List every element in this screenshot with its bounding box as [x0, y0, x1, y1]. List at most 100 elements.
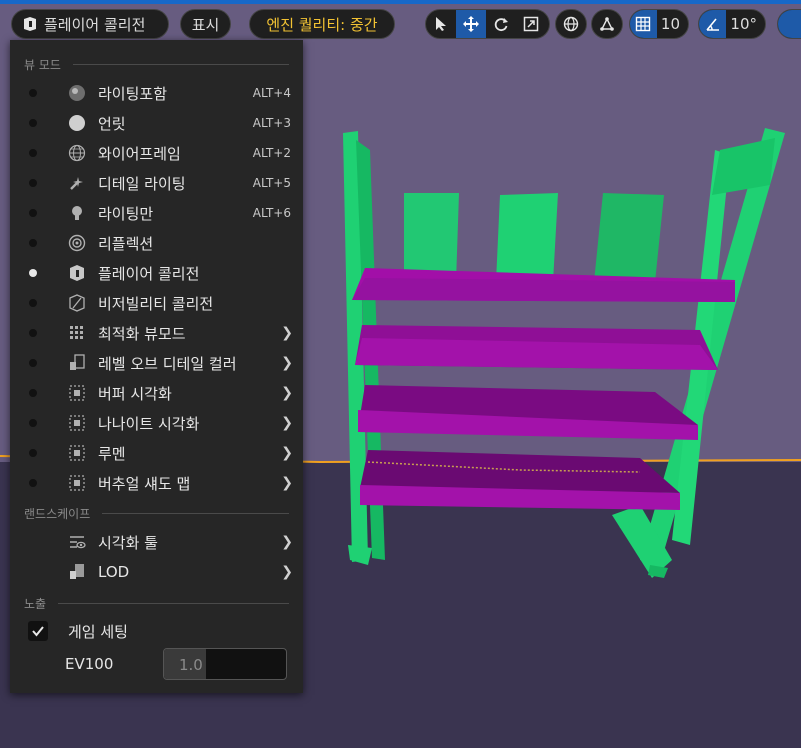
- section-view-mode: 뷰 모드: [24, 56, 289, 73]
- menu-item-player-collision[interactable]: 플레이어 콜리전: [10, 258, 303, 288]
- scale-tool-icon[interactable]: [516, 10, 546, 38]
- menu-item-label: 플레이어 콜리전: [98, 264, 200, 283]
- radio-dot: [29, 119, 37, 127]
- chevron-right-icon: ❯: [281, 534, 293, 550]
- rotate-tool-icon[interactable]: [486, 10, 516, 38]
- section-exposure: 노출: [24, 595, 289, 612]
- menu-item-label: 나나이트 시각화: [98, 414, 200, 433]
- reflection-icon: [68, 234, 86, 252]
- detail-lighting-icon: [68, 174, 86, 192]
- nanite-visualization-icon: [68, 414, 86, 432]
- menu-item-buffer-visualization[interactable]: 버퍼 시각화 ❯: [10, 378, 303, 408]
- radio-dot: [29, 149, 37, 157]
- rotation-snap-icon[interactable]: [699, 10, 727, 38]
- shortcut-label: ALT+2: [252, 146, 291, 160]
- radio-dot: [29, 389, 37, 397]
- chevron-right-icon: ❯: [281, 475, 293, 491]
- show-button[interactable]: 표시: [180, 9, 231, 39]
- ev100-value: 1.0: [179, 656, 203, 674]
- radio-dot: [29, 239, 37, 247]
- lod-coloration-icon: [68, 354, 86, 372]
- game-settings-row[interactable]: 게임 세팅: [10, 616, 303, 646]
- menu-item-lighting-only[interactable]: 라이팅만 ALT+6: [10, 198, 303, 228]
- menu-item-label: LOD: [98, 563, 130, 581]
- menu-item-unlit[interactable]: 언릿 ALT+3: [10, 108, 303, 138]
- section-view-mode-label: 뷰 모드: [24, 58, 61, 72]
- menu-item-label: 라이팅포함: [98, 84, 168, 103]
- menu-item-visibility-collision[interactable]: 비저빌리티 콜리전: [10, 288, 303, 318]
- surface-snap-toggle[interactable]: [591, 9, 623, 39]
- radio-dot: [29, 179, 37, 187]
- ev100-input[interactable]: 1.0: [163, 648, 287, 680]
- shortcut-label: ALT+6: [252, 206, 291, 220]
- engine-quality-label: 엔진 퀄리티: 중간: [266, 15, 378, 34]
- select-tool-icon[interactable]: [426, 10, 456, 38]
- menu-item-reflections[interactable]: 리플렉션: [10, 228, 303, 258]
- menu-item-optimization-viewmodes[interactable]: 최적화 뷰모드 ❯: [10, 318, 303, 348]
- scale-snap-icon[interactable]: [778, 10, 801, 38]
- lumen-icon: [68, 444, 86, 462]
- radio-dot: [29, 299, 37, 307]
- checkmark-icon: [31, 624, 45, 638]
- scale-snap-group[interactable]: [777, 9, 801, 39]
- menu-item-visualizer-tool[interactable]: 시각화 툴 ❯: [10, 527, 303, 557]
- translate-tool-icon[interactable]: [456, 10, 486, 38]
- visualizer-tool-icon: [68, 533, 86, 551]
- rotation-snap-group[interactable]: 10°: [698, 9, 766, 39]
- grid-snap-group[interactable]: 10: [629, 9, 689, 39]
- chevron-right-icon: ❯: [281, 445, 293, 461]
- chevron-right-icon: ❯: [281, 385, 293, 401]
- transform-tools-group: [425, 9, 550, 39]
- menu-item-lit[interactable]: 라이팅포함 ALT+4: [10, 78, 303, 108]
- radio-dot: [29, 209, 37, 217]
- globe-icon: [556, 10, 586, 38]
- world-local-toggle[interactable]: [555, 9, 587, 39]
- menu-item-detail-lighting[interactable]: 디테일 라이팅 ALT+5: [10, 168, 303, 198]
- radio-dot: [29, 419, 37, 427]
- menu-item-label: 언릿: [98, 114, 126, 133]
- menu-item-wireframe[interactable]: 와이어프레임 ALT+2: [10, 138, 303, 168]
- menu-item-nanite-visualization[interactable]: 나나이트 시각화 ❯: [10, 408, 303, 438]
- grid-snap-value[interactable]: 10: [657, 15, 688, 33]
- chevron-right-icon: ❯: [281, 325, 293, 341]
- menu-item-virtual-shadow-map[interactable]: 버추얼 섀도 맵 ❯: [10, 468, 303, 498]
- menu-item-label: 리플렉션: [98, 234, 154, 253]
- player-collision-icon: [68, 264, 86, 282]
- rotation-snap-value[interactable]: 10°: [726, 15, 765, 33]
- optimization-grid-icon: [68, 324, 86, 342]
- buffer-visualization-icon: [68, 384, 86, 402]
- menu-item-label: 최적화 뷰모드: [98, 324, 186, 343]
- view-mode-dropdown: 뷰 모드 라이팅포함 ALT+4 언릿 ALT+3 와이어프레임 ALT+2 디…: [10, 40, 303, 693]
- view-mode-label: 플레이어 콜리전: [44, 15, 146, 34]
- menu-item-label: 와이어프레임: [98, 144, 181, 163]
- wireframe-globe-icon: [68, 144, 86, 162]
- menu-item-label: 디테일 라이팅: [98, 174, 186, 193]
- game-settings-checkbox[interactable]: [28, 621, 48, 641]
- radio-dot-selected: [29, 269, 37, 277]
- menu-item-label: 루멘: [98, 444, 126, 463]
- view-mode-button[interactable]: 플레이어 콜리전: [11, 9, 169, 39]
- shortcut-label: ALT+5: [252, 176, 291, 190]
- menu-item-label: 라이팅만: [98, 204, 154, 223]
- surface-snap-icon: [592, 10, 622, 38]
- game-settings-label: 게임 세팅: [68, 622, 128, 641]
- ev100-row: EV100 1.0: [10, 648, 303, 680]
- menu-item-lod-coloration[interactable]: 레벨 오브 디테일 컬러 ❯: [10, 348, 303, 378]
- shortcut-label: ALT+3: [252, 116, 291, 130]
- unlit-sphere-icon: [68, 114, 86, 132]
- radio-dot: [29, 329, 37, 337]
- radio-dot: [29, 479, 37, 487]
- menu-item-lod[interactable]: LOD ❯: [10, 557, 303, 587]
- shortcut-label: ALT+4: [252, 86, 291, 100]
- lightbulb-icon: [68, 204, 86, 222]
- grid-snap-icon[interactable]: [630, 10, 657, 38]
- radio-dot: [29, 359, 37, 367]
- menu-item-lumen[interactable]: 루멘 ❯: [10, 438, 303, 468]
- engine-quality-button[interactable]: 엔진 퀄리티: 중간: [249, 9, 395, 39]
- visibility-collision-icon: [68, 294, 86, 312]
- lit-sphere-icon: [68, 84, 86, 102]
- section-landscape: 랜드스케이프: [24, 505, 289, 522]
- virtual-shadow-map-icon: [68, 474, 86, 492]
- menu-item-label: 비저빌리티 콜리전: [98, 294, 214, 313]
- section-landscape-label: 랜드스케이프: [24, 507, 91, 521]
